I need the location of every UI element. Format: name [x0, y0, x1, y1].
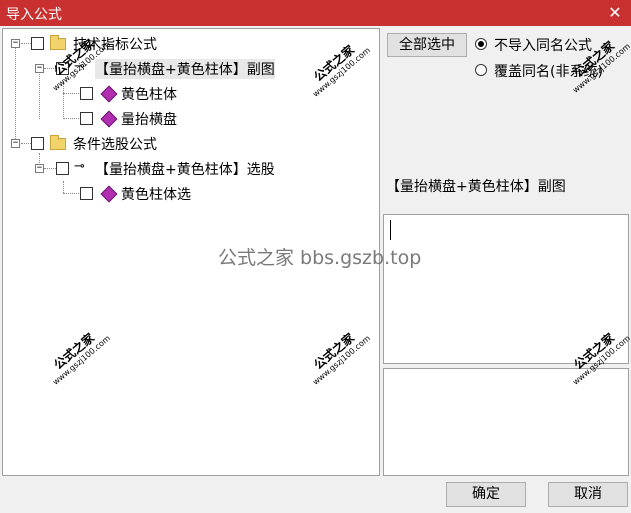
center-watermark: 公式之家 bbs.gszb.top	[218, 247, 422, 269]
formula-icon	[100, 110, 118, 128]
tree-node-label: 【量抬横盘+黄色柱体】副图	[95, 59, 275, 79]
formula-detail-text[interactable]	[383, 368, 629, 476]
checkbox[interactable]	[31, 37, 44, 50]
formula-icon	[100, 185, 118, 203]
checkbox[interactable]	[80, 187, 93, 200]
tree-node-selection-folder[interactable]: − 条件选股公式	[3, 133, 379, 153]
select-all-button[interactable]: 全部选中	[387, 33, 467, 57]
tree-node-label: 条件选股公式	[73, 137, 157, 153]
collapse-icon[interactable]: −	[35, 64, 44, 73]
selected-formula-name: 【量抬横盘+黄色柱体】副图	[386, 179, 566, 195]
tree-node-indicator-folder[interactable]: − 技术指标公式	[3, 33, 379, 53]
radio-label: 不导入同名公式	[494, 38, 592, 54]
cancel-button[interactable]: 取消	[548, 482, 628, 507]
tree-node-label: 【量抬横盘+黄色柱体】选股	[95, 162, 275, 178]
folder-icon	[50, 35, 66, 50]
ok-button[interactable]: 确定	[446, 482, 526, 507]
checkbox[interactable]	[56, 162, 69, 175]
tree-node-yellow-bar-select[interactable]: 黄色柱体选	[3, 183, 379, 203]
tree-node-label: 黄色柱体	[121, 87, 177, 103]
radio-no-import-same-name[interactable]	[475, 38, 487, 50]
tree-node-label: 黄色柱体选	[121, 187, 191, 203]
text-caret	[390, 220, 391, 240]
radio-overwrite-same-name[interactable]	[475, 64, 487, 76]
tree-node-label: 量抬横盘	[121, 112, 177, 128]
title-bar: 导入公式 ✕	[0, 0, 631, 26]
close-icon[interactable]: ✕	[605, 3, 625, 23]
key-icon: ⊸	[74, 159, 85, 174]
collapse-icon[interactable]: −	[11, 39, 20, 48]
formula-description-text[interactable]	[383, 214, 629, 364]
window-title: 导入公式	[6, 7, 62, 23]
folder-icon	[50, 135, 66, 150]
collapse-icon[interactable]: −	[35, 164, 44, 173]
checkbox[interactable]	[80, 87, 93, 100]
tree-node-selection[interactable]: − ⊸ 【量抬横盘+黄色柱体】选股	[3, 158, 379, 178]
tree-node-volume-flat[interactable]: 量抬横盘	[3, 108, 379, 128]
formula-icon	[100, 85, 118, 103]
checkbox[interactable]	[31, 137, 44, 150]
collapse-icon[interactable]: −	[11, 139, 20, 148]
checkbox[interactable]	[80, 112, 93, 125]
